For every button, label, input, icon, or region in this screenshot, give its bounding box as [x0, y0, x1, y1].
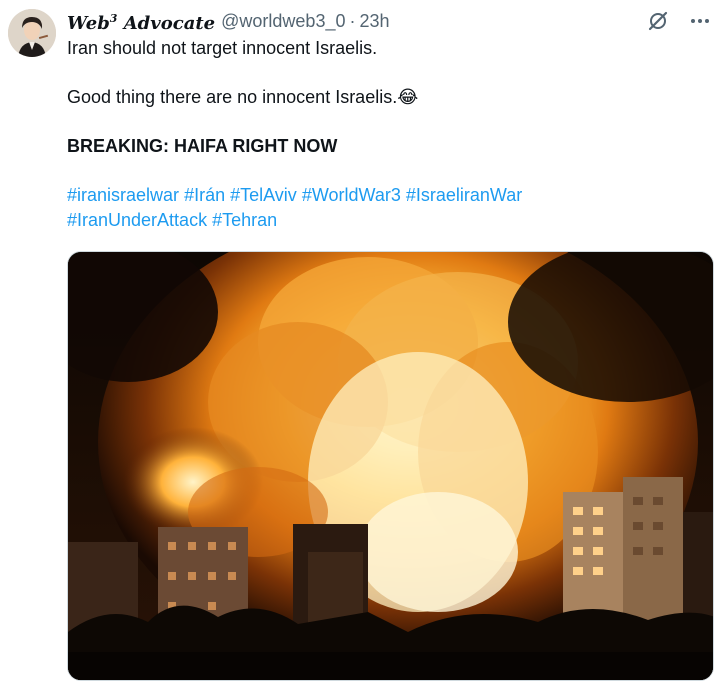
tweet-media-image[interactable] — [67, 251, 714, 681]
hashtag-link[interactable]: #Irán — [184, 185, 225, 205]
grok-icon[interactable] — [645, 8, 671, 34]
display-name[interactable]: Web3 Advocate — [67, 8, 215, 35]
tweet-text-line-1: Iran should not target innocent Israelis… — [67, 38, 378, 58]
hashtag-link[interactable]: #IsraeliranWar — [406, 185, 522, 205]
hashtag-link[interactable]: #TelAviv — [230, 185, 297, 205]
tweet-actions-top — [645, 8, 713, 34]
tweet[interactable]: Web3 Advocate @worldweb3_0 · 23h Iran sh… — [0, 0, 721, 687]
hashtag-link[interactable]: #IranUnderAttack — [67, 210, 207, 230]
hashtag-link[interactable]: #WorldWar3 — [302, 185, 401, 205]
hashtag-link[interactable]: #Tehran — [212, 210, 277, 230]
avatar[interactable] — [8, 9, 56, 57]
tweet-text: Iran should not target innocent Israelis… — [67, 36, 707, 233]
tweet-text-line-2: Good thing there are no innocent Israeli… — [67, 85, 707, 110]
laughing-emoji-icon: 😂 — [397, 87, 419, 107]
tweet-header: Web3 Advocate @worldweb3_0 · 23h — [67, 8, 390, 35]
tweet-text-line-3: BREAKING: HAIFA RIGHT NOW — [67, 136, 338, 156]
display-name-prefix: Web — [67, 12, 110, 34]
user-handle[interactable]: @worldweb3_0 — [221, 10, 345, 32]
display-name-suffix: Advocate — [117, 12, 216, 34]
more-icon[interactable] — [687, 8, 713, 34]
hashtag-link[interactable]: #iranisraelwar — [67, 185, 179, 205]
hashtag-list: #iranisraelwar #Irán #TelAviv #WorldWar3… — [67, 183, 707, 233]
tweet-text-line-2-text: Good thing there are no innocent Israeli… — [67, 87, 398, 107]
timestamp[interactable]: 23h — [359, 10, 389, 32]
separator-dot: · — [349, 11, 356, 31]
